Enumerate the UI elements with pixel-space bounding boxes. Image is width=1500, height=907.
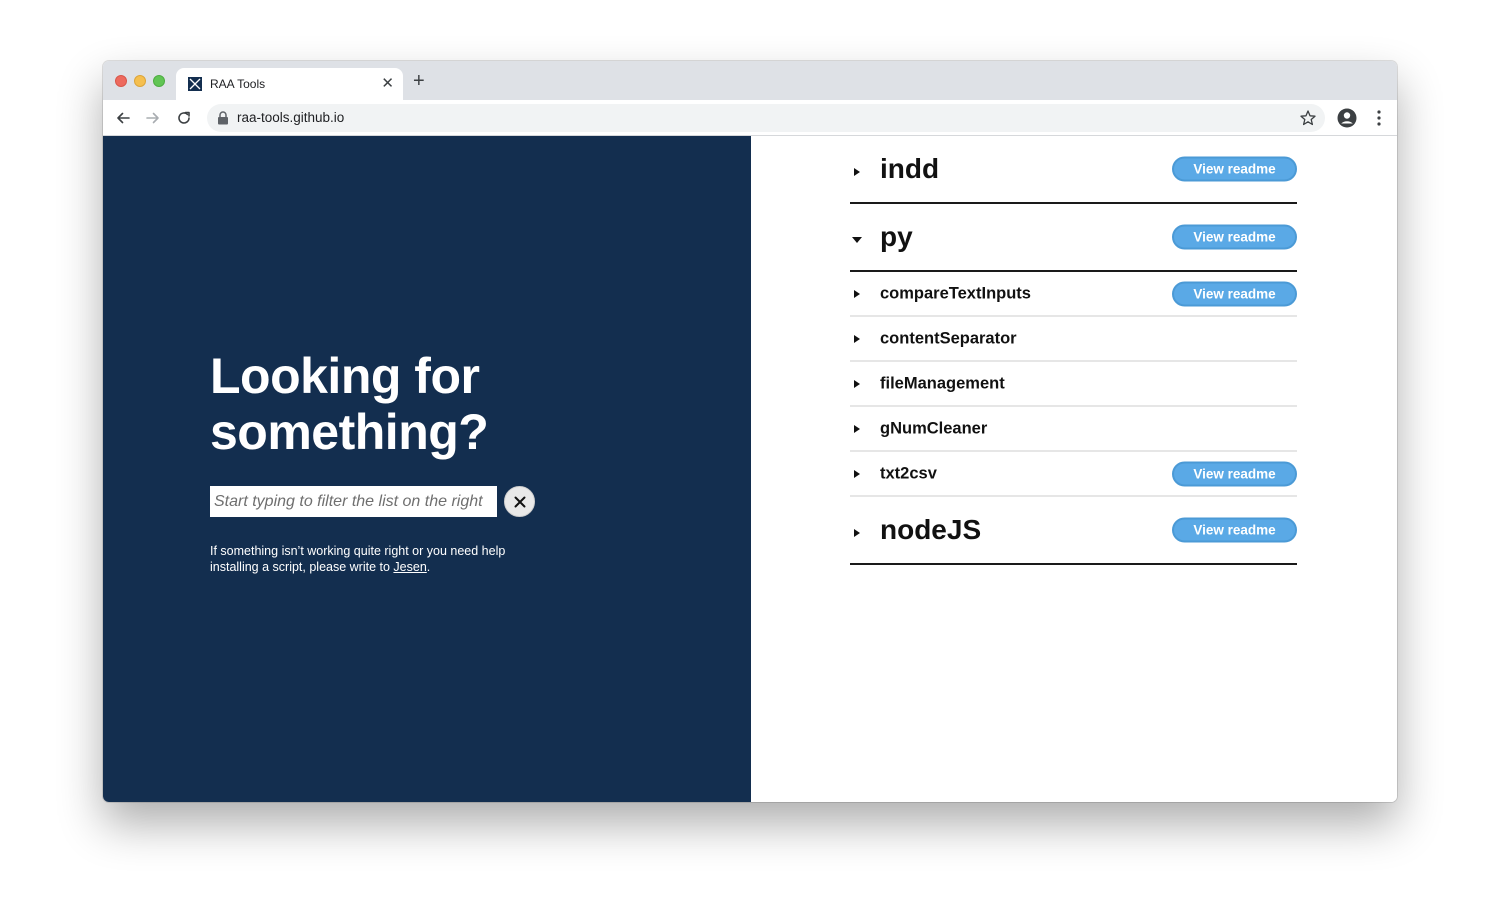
list-item[interactable]: fileManagement [850, 362, 1297, 407]
back-button[interactable] [111, 106, 135, 130]
favicon-icon [188, 77, 202, 91]
arrow-right-icon [146, 112, 159, 124]
help-text-suffix: . [426, 560, 431, 574]
list-item-name[interactable]: compareTextInputs [880, 284, 1031, 303]
new-tab-button[interactable]: + [413, 70, 425, 92]
kebab-menu-icon[interactable] [1375, 108, 1383, 128]
list-item-name[interactable]: fileManagement [880, 374, 1005, 393]
window-minimize-button[interactable] [134, 75, 146, 87]
caret-right-icon[interactable] [854, 529, 860, 538]
list-item-name[interactable]: indd [880, 153, 939, 185]
view-readme-button[interactable]: View readme [1172, 156, 1297, 182]
caret-right-icon[interactable] [854, 469, 860, 478]
caret-right-icon[interactable] [854, 379, 860, 388]
tools-panel: indd View readme py View readme compareTextI… [751, 136, 1397, 802]
search-panel: Looking for something? If something isn’… [103, 136, 751, 802]
list-item[interactable]: contentSeparator [850, 317, 1297, 362]
browser-toolbar: raa-tools.github.io [103, 100, 1397, 136]
list-item-name[interactable]: gNumCleaner [880, 419, 987, 438]
caret-right-icon[interactable] [854, 289, 860, 298]
help-text-prefix: If something isn’t working quite right o… [210, 544, 506, 574]
window-maximize-button[interactable] [153, 75, 165, 87]
view-readme-button[interactable]: View readme [1172, 461, 1297, 486]
page-title: Looking for something? [210, 348, 489, 460]
browser-window: RAA Tools ✕ + raa-tools.github.io Lookin… [103, 61, 1397, 802]
list-item-name[interactable]: contentSeparator [880, 329, 1017, 348]
tab-bar: RAA Tools ✕ + [103, 61, 1397, 100]
window-close-button[interactable] [115, 75, 127, 87]
list-item[interactable]: indd View readme [850, 136, 1297, 204]
filter-input[interactable] [210, 486, 497, 517]
tool-list: indd View readme py View readme compareTextI… [850, 136, 1297, 565]
view-readme-button[interactable]: View readme [1172, 517, 1297, 543]
view-readme-button[interactable]: View readme [1172, 281, 1297, 306]
tab-close-icon[interactable]: ✕ [381, 75, 394, 93]
view-readme-button[interactable]: View readme [1172, 224, 1297, 250]
close-icon [514, 496, 525, 507]
list-item[interactable]: compareTextInputs View readme [850, 272, 1297, 317]
help-text: If something isn’t working quite right o… [210, 543, 540, 575]
clear-filter-button[interactable] [504, 486, 535, 517]
list-item[interactable]: nodeJS View readme [850, 497, 1297, 565]
address-bar[interactable]: raa-tools.github.io [207, 104, 1325, 132]
lock-icon [218, 111, 228, 125]
url-text: raa-tools.github.io [237, 110, 345, 125]
arrow-left-icon [117, 112, 130, 124]
profile-icon[interactable] [1337, 108, 1357, 128]
list-item[interactable]: txt2csv View readme [850, 452, 1297, 497]
reload-icon [178, 111, 190, 124]
list-item[interactable]: gNumCleaner [850, 407, 1297, 452]
tab-title: RAA Tools [210, 77, 266, 91]
caret-right-icon[interactable] [854, 424, 860, 433]
list-item-name[interactable]: py [880, 221, 913, 253]
caret-right-icon[interactable] [854, 334, 860, 343]
caret-down-icon[interactable] [852, 237, 862, 244]
list-item[interactable]: py View readme [850, 204, 1297, 272]
tab-raa-tools[interactable]: RAA Tools ✕ [176, 68, 403, 100]
list-item-name[interactable]: nodeJS [880, 514, 981, 546]
bookmark-star-icon[interactable] [1299, 109, 1317, 127]
reload-button[interactable] [172, 106, 196, 130]
forward-button[interactable] [141, 106, 165, 130]
contact-link[interactable]: Jesen [393, 560, 426, 574]
list-item-name[interactable]: txt2csv [880, 464, 937, 483]
caret-right-icon[interactable] [854, 168, 860, 177]
